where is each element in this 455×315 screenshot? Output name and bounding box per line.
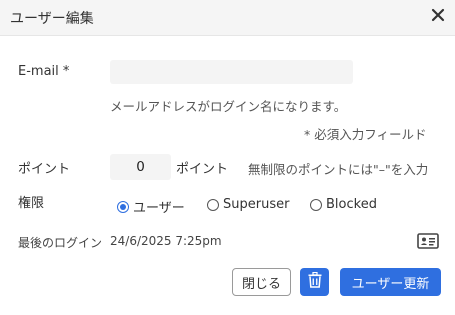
last-login-value: 24/6/2025 7:25pm bbox=[110, 234, 222, 248]
role-option-blocked[interactable]: Blocked bbox=[310, 197, 377, 212]
update-user-button[interactable]: ユーザー更新 bbox=[340, 268, 441, 296]
delete-button[interactable] bbox=[300, 268, 329, 296]
role-option-user[interactable]: ユーザー bbox=[117, 197, 185, 216]
required-fields-note: * 必須入力フィールド bbox=[304, 127, 427, 142]
role-option-label: ユーザー bbox=[133, 201, 185, 216]
role-label: 権限 bbox=[18, 196, 45, 211]
close-icon[interactable] bbox=[429, 6, 447, 24]
email-label: E-mail * bbox=[18, 64, 70, 79]
radio-unchecked-icon[interactable] bbox=[207, 198, 219, 211]
id-card-icon[interactable] bbox=[417, 233, 439, 249]
trash-icon bbox=[308, 271, 322, 292]
email-help-text: メールアドレスがログイン名になります。 bbox=[110, 99, 347, 114]
dialog-header: ユーザー編集 bbox=[0, 0, 455, 36]
points-unit-label: ポイント bbox=[176, 162, 229, 177]
points-label: ポイント bbox=[18, 162, 71, 177]
last-login-label: 最後のログイン bbox=[18, 236, 103, 250]
role-option-superuser[interactable]: Superuser bbox=[207, 197, 289, 212]
points-help-text: 無制限のポイントには"–"を入力 bbox=[248, 162, 429, 177]
close-button[interactable]: 閉じる bbox=[232, 268, 291, 296]
dialog-title: ユーザー編集 bbox=[10, 11, 94, 27]
radio-unchecked-icon[interactable] bbox=[310, 198, 322, 211]
user-edit-dialog: ユーザー編集 E-mail * メールアドレスがログイン名になります。 * 必須… bbox=[0, 0, 455, 315]
radio-checked-icon[interactable] bbox=[117, 200, 129, 213]
role-option-label: Blocked bbox=[326, 197, 377, 212]
role-option-label: Superuser bbox=[223, 197, 290, 212]
points-field[interactable] bbox=[110, 154, 171, 180]
email-field[interactable] bbox=[110, 60, 353, 84]
